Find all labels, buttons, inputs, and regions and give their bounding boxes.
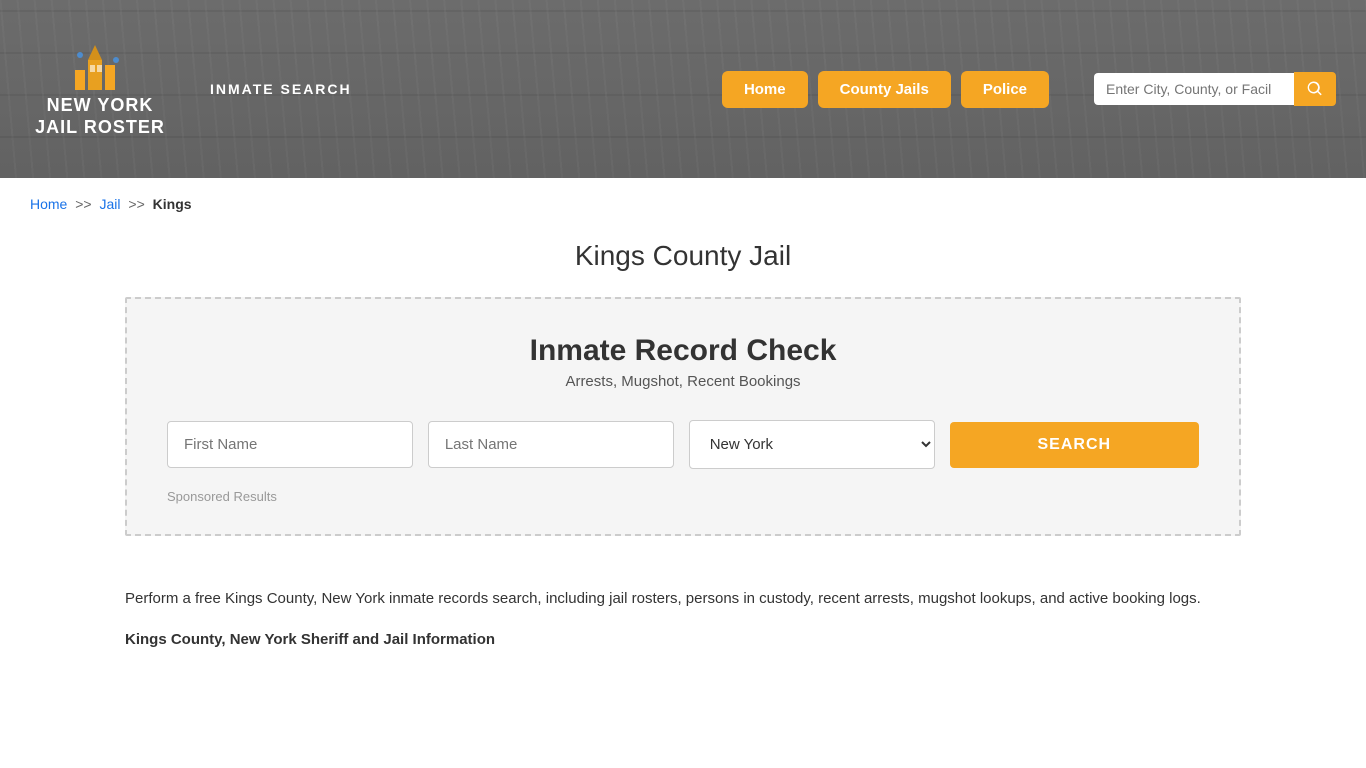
main-nav: Home County Jails Police xyxy=(722,71,1049,108)
first-name-input[interactable] xyxy=(167,421,413,468)
breadcrumb: Home >> Jail >> Kings xyxy=(0,178,1366,230)
search-card-title: Inmate Record Check xyxy=(167,334,1199,368)
page-title: Kings County Jail xyxy=(0,240,1366,272)
header-search-button[interactable] xyxy=(1294,72,1336,106)
description-section: Perform a free Kings County, New York in… xyxy=(0,566,1366,687)
last-name-input[interactable] xyxy=(428,421,674,468)
section-heading: Kings County, New York Sheriff and Jail … xyxy=(125,627,1241,653)
breadcrumb-sep-1: >> xyxy=(75,196,91,212)
site-header: NEW YORK JAIL ROSTER INMATE SEARCH Home … xyxy=(0,0,1366,178)
nav-police-button[interactable]: Police xyxy=(961,71,1049,108)
description-paragraph-1: Perform a free Kings County, New York in… xyxy=(125,586,1241,612)
logo-text: NEW YORK JAIL ROSTER xyxy=(35,95,165,138)
breadcrumb-home[interactable]: Home xyxy=(30,196,67,212)
inmate-search-card: Inmate Record Check Arrests, Mugshot, Re… xyxy=(125,297,1241,536)
sponsored-label: Sponsored Results xyxy=(167,489,1199,504)
breadcrumb-jail[interactable]: Jail xyxy=(100,196,121,212)
search-button[interactable]: SEARCH xyxy=(950,422,1199,468)
header-search-area xyxy=(1094,72,1336,106)
breadcrumb-sep-2: >> xyxy=(128,196,144,212)
breadcrumb-current: Kings xyxy=(153,196,192,212)
nav-home-button[interactable]: Home xyxy=(722,71,808,108)
inmate-search-label: INMATE SEARCH xyxy=(210,81,352,97)
search-form-row: AlabamaAlaskaArizonaArkansasCaliforniaCo… xyxy=(167,420,1199,469)
search-icon xyxy=(1306,80,1324,98)
search-card-subtitle: Arrests, Mugshot, Recent Bookings xyxy=(167,373,1199,390)
logo-area: NEW YORK JAIL ROSTER xyxy=(30,40,170,138)
nav-county-jails-button[interactable]: County Jails xyxy=(818,71,951,108)
logo-icon xyxy=(70,40,130,95)
state-select[interactable]: AlabamaAlaskaArizonaArkansasCaliforniaCo… xyxy=(689,420,935,469)
header-search-input[interactable] xyxy=(1094,73,1294,105)
